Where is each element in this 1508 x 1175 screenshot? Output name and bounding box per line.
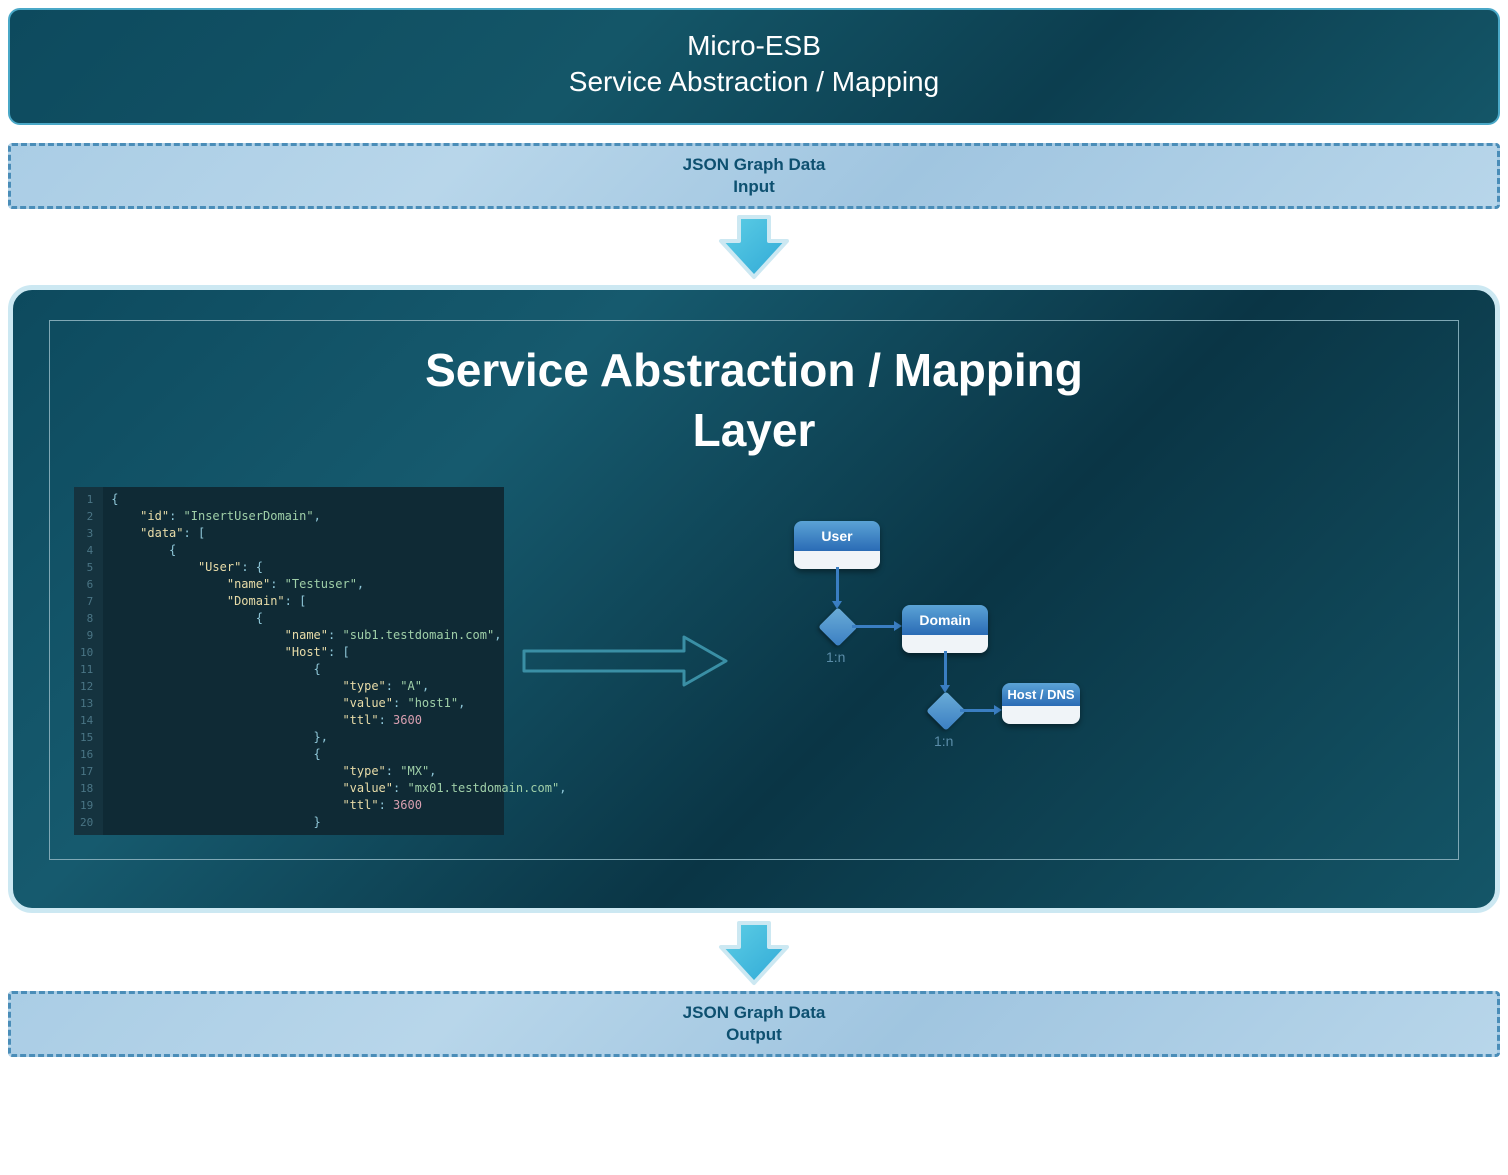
header-panel: Micro-ESB Service Abstraction / Mapping: [8, 8, 1500, 125]
main-title: Service Abstraction / Mapping Layer: [74, 341, 1434, 461]
diamond-2-label: 1:n: [934, 733, 953, 749]
content-row: 1234567891011121314151617181920 { "id": …: [74, 487, 1434, 835]
main-inner: Service Abstraction / Mapping Layer 1234…: [49, 320, 1459, 860]
arrow-right-icon: [514, 631, 734, 691]
entity-host-label: Host / DNS: [1002, 683, 1080, 706]
diamond-1-label: 1:n: [826, 649, 845, 665]
entity-user-label: User: [794, 521, 880, 551]
header-title-2: Service Abstraction / Mapping: [10, 64, 1498, 100]
connector: [944, 651, 947, 687]
output-box-line1: JSON Graph Data: [11, 1002, 1497, 1024]
arrowhead-icon: [894, 621, 902, 631]
input-box-line2: Input: [11, 176, 1497, 198]
connector: [836, 567, 839, 603]
arrow-down-1: [8, 209, 1500, 285]
connector: [852, 625, 896, 628]
entity-host: Host / DNS: [1002, 683, 1080, 724]
code-gutter: 1234567891011121314151617181920: [74, 487, 103, 835]
arrow-down-icon: [715, 211, 793, 283]
entity-user: User: [794, 521, 880, 569]
arrow-right: [514, 631, 734, 691]
entity-diagram: User 1:n Domain: [744, 521, 1084, 801]
output-box-line2: Output: [11, 1024, 1497, 1046]
arrow-down-icon: [715, 917, 793, 989]
arrow-down-2: [8, 915, 1500, 991]
connector: [960, 709, 996, 712]
input-box-line1: JSON Graph Data: [11, 154, 1497, 176]
code-body: { "id": "InsertUserDomain", "data": [ { …: [103, 487, 574, 835]
entity-domain-label: Domain: [902, 605, 988, 635]
arrowhead-icon: [994, 705, 1002, 715]
header-title-1: Micro-ESB: [10, 28, 1498, 64]
main-panel: Service Abstraction / Mapping Layer 1234…: [8, 285, 1500, 913]
input-box: JSON Graph Data Input: [8, 143, 1500, 209]
main-title-line1: Service Abstraction / Mapping: [74, 341, 1434, 401]
entity-domain: Domain: [902, 605, 988, 653]
output-box: JSON Graph Data Output: [8, 991, 1500, 1057]
main-title-line2: Layer: [74, 401, 1434, 461]
code-block: 1234567891011121314151617181920 { "id": …: [74, 487, 504, 835]
